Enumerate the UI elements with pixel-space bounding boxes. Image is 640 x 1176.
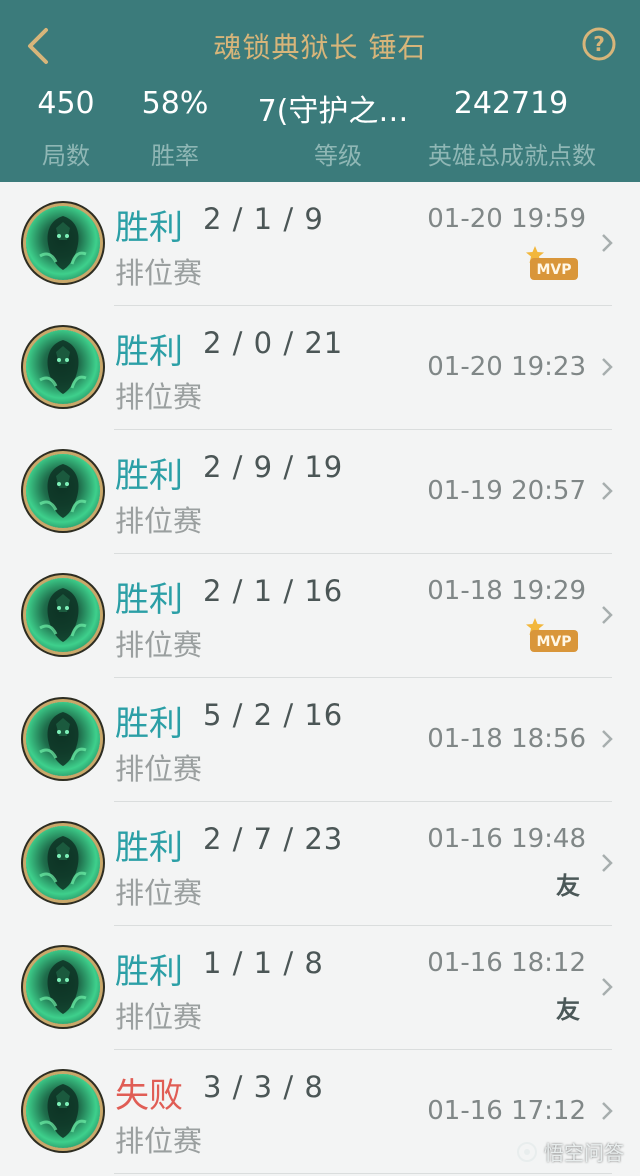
match-row[interactable]: 胜利 1 / 1 / 8 排位赛 01-16 18:12 友	[0, 926, 640, 1050]
match-kda: 2 / 9 / 19	[203, 450, 344, 484]
chevron-right-icon	[602, 358, 613, 376]
match-mode: 排位赛	[115, 628, 203, 662]
win-rate-label: 胜率	[151, 142, 199, 170]
champion-portrait	[39, 588, 87, 642]
achievement-points-label: 英雄总成就点数	[428, 142, 596, 170]
match-result: 胜利	[115, 208, 183, 248]
mvp-badge-icon: MVP	[526, 618, 578, 652]
games-count-value: 450	[37, 86, 95, 121]
match-kda: 2 / 7 / 23	[203, 822, 344, 856]
match-time: 01-18 18:56	[427, 724, 586, 754]
match-time: 01-16 17:12	[427, 1096, 586, 1126]
champion-portrait	[39, 1084, 87, 1138]
match-mode: 排位赛	[115, 256, 203, 290]
champion-portrait	[39, 216, 87, 270]
match-row[interactable]: 胜利 2 / 1 / 16 排位赛 01-18 19:29 MVP	[0, 554, 640, 678]
match-list: 胜利 2 / 1 / 9 排位赛 01-20 19:59 MVP 胜利 2 / 0 / 21…	[0, 182, 640, 1174]
achievement-points-value: 242719	[453, 86, 569, 121]
match-mode: 排位赛	[115, 504, 203, 538]
match-kda: 3 / 3 / 8	[203, 1070, 324, 1104]
match-row[interactable]: 胜利 2 / 9 / 19 排位赛 01-19 20:57	[0, 430, 640, 554]
match-result: 胜利	[115, 456, 183, 496]
games-count-label: 局数	[42, 142, 90, 170]
chevron-right-icon	[602, 854, 613, 872]
match-time: 01-20 19:23	[427, 352, 586, 382]
chevron-right-icon	[602, 1102, 613, 1120]
match-kda: 2 / 1 / 9	[203, 202, 324, 236]
match-row[interactable]: 胜利 2 / 1 / 9 排位赛 01-20 19:59 MVP	[0, 182, 640, 306]
watermark: 悟空问答	[516, 1137, 624, 1166]
mvp-badge-text: MVP	[536, 634, 571, 650]
champion-portrait	[39, 960, 87, 1014]
match-row[interactable]: 胜利 2 / 7 / 23 排位赛 01-16 19:48 友	[0, 802, 640, 926]
chevron-right-icon	[602, 482, 613, 500]
champion-portrait	[39, 340, 87, 394]
match-row[interactable]: 胜利 5 / 2 / 16 排位赛 01-18 18:56	[0, 678, 640, 802]
row-divider	[114, 1173, 612, 1174]
match-mode: 排位赛	[115, 876, 203, 910]
champion-avatar-icon	[26, 950, 100, 1024]
svg-text:?: ?	[593, 32, 605, 56]
match-time: 01-20 19:59	[427, 204, 586, 234]
mvp-badge-icon: MVP	[526, 246, 578, 280]
champion-portrait	[39, 464, 87, 518]
match-time: 01-19 20:57	[427, 476, 586, 506]
match-result: 胜利	[115, 704, 183, 744]
chevron-right-icon	[602, 606, 613, 624]
page-title: 魂锁典狱长 锤石	[213, 31, 427, 64]
match-kda: 5 / 2 / 16	[203, 698, 344, 732]
match-kda: 2 / 0 / 21	[203, 326, 344, 360]
chevron-right-icon	[602, 234, 613, 252]
chevron-right-icon	[602, 730, 613, 748]
level-value: 7(守护之…	[257, 94, 409, 129]
match-row[interactable]: 胜利 2 / 0 / 21 排位赛 01-20 19:23	[0, 306, 640, 430]
champion-avatar-icon	[26, 206, 100, 280]
win-rate-value: 58%	[141, 86, 209, 121]
champion-avatar-icon	[26, 702, 100, 776]
match-mode: 排位赛	[115, 380, 203, 414]
champion-avatar-icon	[26, 454, 100, 528]
champion-avatar-icon	[26, 1074, 100, 1148]
match-result: 失败	[115, 1076, 183, 1116]
match-time: 01-16 19:48	[427, 824, 586, 854]
champion-portrait	[39, 712, 87, 766]
level-label: 等级	[314, 142, 362, 170]
help-icon[interactable]: ?	[582, 27, 616, 61]
match-result: 胜利	[115, 332, 183, 372]
chevron-right-icon	[602, 978, 613, 996]
match-mode: 排位赛	[115, 1124, 203, 1158]
match-result: 胜利	[115, 828, 183, 868]
match-kda: 2 / 1 / 16	[203, 574, 344, 608]
header-bar: 魂锁典狱长 锤石 ? 450 58% 7(守护之… 242719 局数 胜率 等…	[0, 0, 640, 182]
mvp-badge-text: MVP	[536, 262, 571, 278]
champion-avatar-icon	[26, 330, 100, 404]
match-kda: 1 / 1 / 8	[203, 946, 324, 980]
match-result: 胜利	[115, 952, 183, 992]
friend-badge: 友	[556, 872, 580, 900]
match-result: 胜利	[115, 580, 183, 620]
match-mode: 排位赛	[115, 752, 203, 786]
watermark-text: 悟空问答	[544, 1141, 624, 1165]
champion-avatar-icon	[26, 578, 100, 652]
friend-badge: 友	[556, 996, 580, 1024]
match-time: 01-18 19:29	[427, 576, 586, 606]
champion-portrait	[39, 836, 87, 890]
champion-avatar-icon	[26, 826, 100, 900]
match-time: 01-16 18:12	[427, 948, 586, 978]
match-mode: 排位赛	[115, 1000, 203, 1034]
watermark-logo-icon	[517, 1141, 537, 1162]
